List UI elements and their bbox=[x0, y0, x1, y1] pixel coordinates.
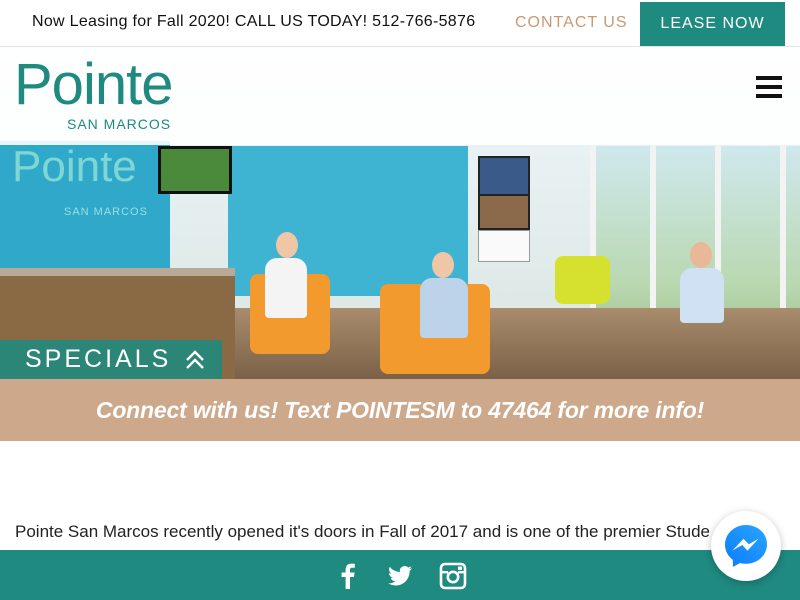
specials-label: SPECIALS bbox=[25, 345, 172, 373]
specials-tab[interactable]: SPECIALS bbox=[0, 340, 222, 379]
hero-person bbox=[680, 268, 724, 323]
leasing-announcement: Now Leasing for Fall 2020! CALL US TODAY… bbox=[32, 13, 476, 30]
hero-tv bbox=[158, 146, 232, 194]
contact-us-link[interactable]: CONTACT US bbox=[515, 14, 628, 32]
connect-text: Connect with us! Text POINTESM to 47464 … bbox=[95, 396, 705, 423]
social-footer bbox=[0, 550, 800, 600]
site-logo[interactable]: Pointe SAN MARCOS bbox=[14, 52, 174, 134]
messenger-chat-button[interactable] bbox=[711, 511, 781, 581]
top-bar: Now Leasing for Fall 2020! CALL US TODAY… bbox=[0, 0, 800, 47]
facebook-icon[interactable] bbox=[334, 562, 362, 590]
hero-wall-logo: Pointe bbox=[12, 142, 137, 191]
hero-person-head bbox=[432, 252, 454, 278]
double-chevron-up-icon bbox=[186, 349, 205, 369]
instagram-icon[interactable] bbox=[439, 562, 467, 590]
intro-paragraph: Pointe San Marcos recently opened it's d… bbox=[15, 522, 710, 541]
hero-person bbox=[265, 258, 307, 318]
menu-icon[interactable] bbox=[756, 76, 782, 98]
hero-person bbox=[420, 278, 468, 338]
twitter-icon[interactable] bbox=[386, 562, 414, 590]
hero-whiteboard bbox=[478, 230, 530, 262]
hero-chair bbox=[555, 256, 610, 304]
logo-name: Pointe bbox=[14, 52, 173, 117]
hero-art bbox=[478, 156, 530, 196]
site-header: Pointe SAN MARCOS bbox=[0, 46, 800, 145]
hero-person-head bbox=[276, 232, 298, 258]
messenger-icon bbox=[725, 525, 767, 567]
hero-art bbox=[478, 194, 530, 230]
hero-person-head bbox=[690, 242, 712, 268]
hero-wall-sub: SAN MARCOS bbox=[64, 206, 148, 218]
lease-now-button[interactable]: LEASE NOW bbox=[640, 2, 785, 46]
connect-banner: Connect with us! Text POINTESM to 47464 … bbox=[0, 379, 800, 441]
logo-sub: SAN MARCOS bbox=[67, 116, 172, 132]
